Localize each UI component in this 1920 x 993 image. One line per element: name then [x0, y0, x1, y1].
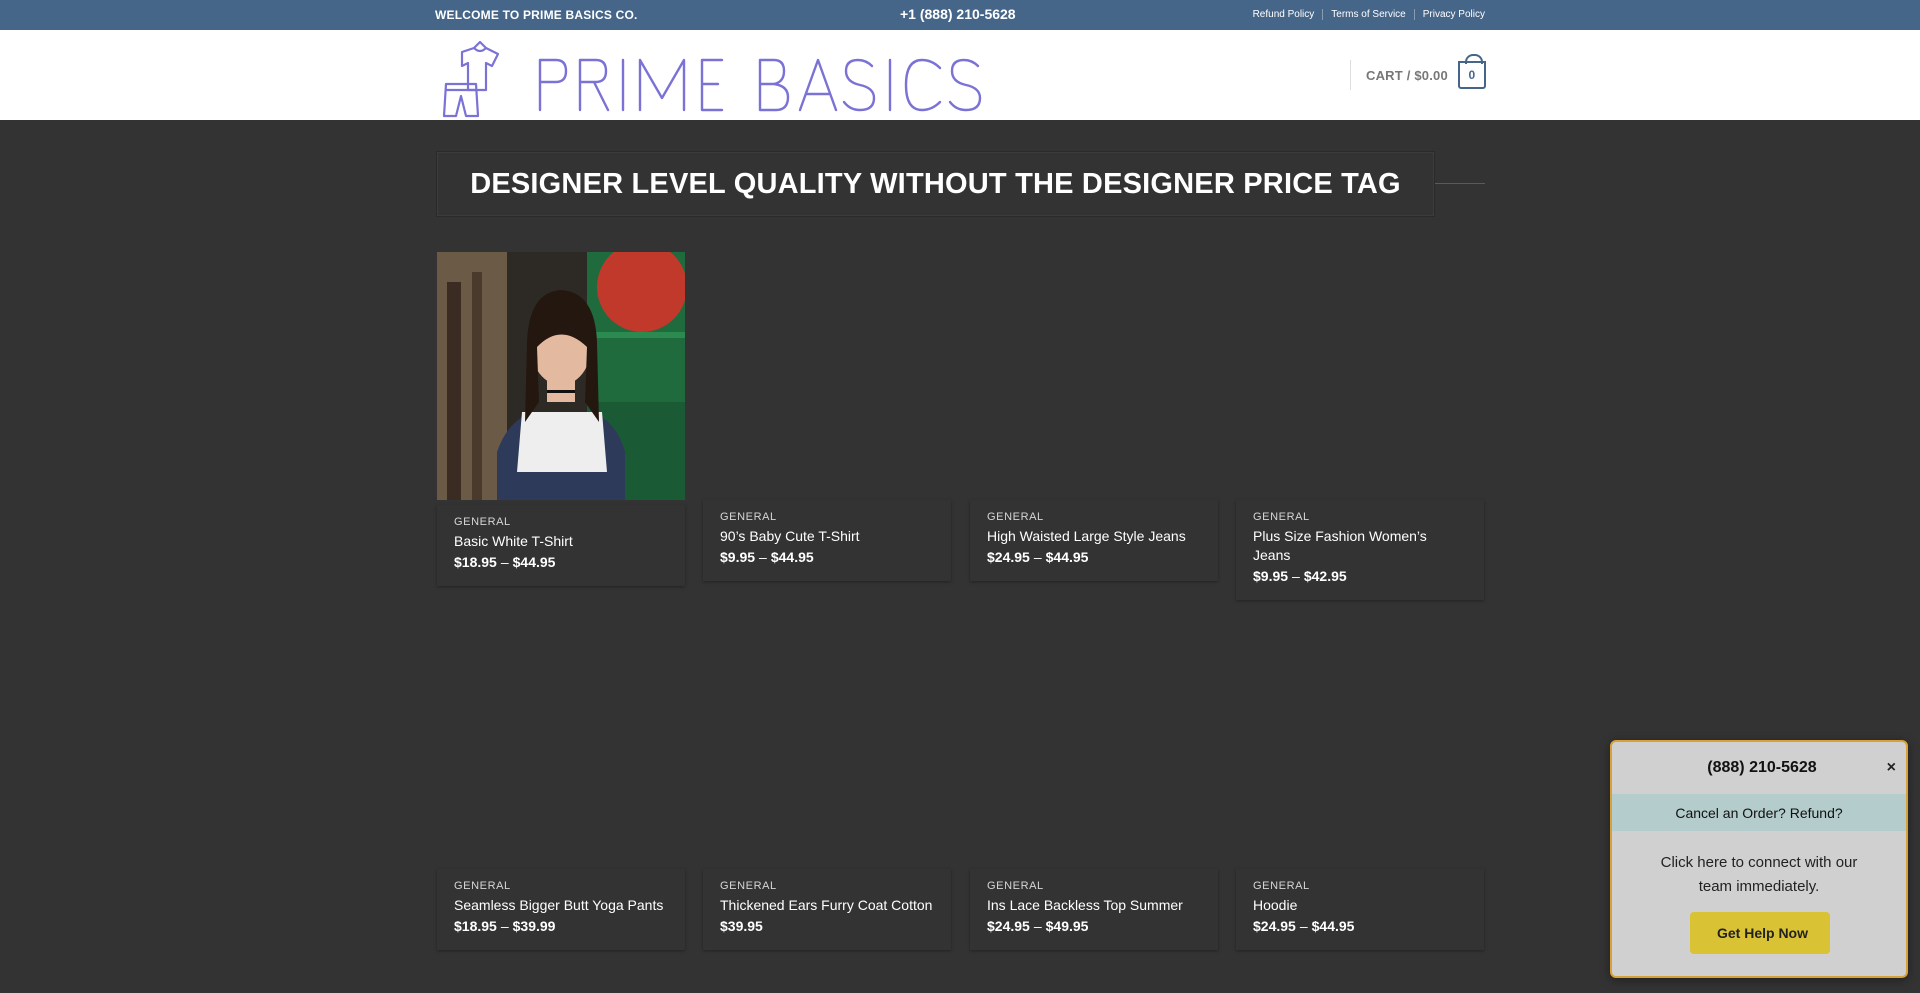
price-low: $9.95: [720, 549, 756, 565]
product-price: $24.95– $44.95: [987, 548, 1201, 567]
price-low: $18.95: [454, 918, 497, 934]
product-info: GENERAL Seamless Bigger Butt Yoga Pants …: [437, 869, 685, 950]
help-popup: (888) 210-5628 × Cancel an Order? Refund…: [1610, 740, 1908, 978]
price-separator: –: [1299, 918, 1308, 934]
popup-subtitle: Cancel an Order? Refund?: [1612, 794, 1906, 831]
product-category: GENERAL: [1253, 880, 1310, 892]
popup-message: Click here to connect with our team imme…: [1660, 854, 1858, 895]
product-name[interactable]: Plus Size Fashion Women’s Jeans: [1253, 527, 1467, 565]
product-price: $18.95– $39.99: [454, 917, 668, 936]
price-high: $44.95: [512, 554, 556, 570]
site-logo[interactable]: [440, 38, 990, 148]
product-price: $39.95: [720, 917, 934, 936]
price-high: $44.95: [1311, 918, 1355, 934]
refund-policy-link[interactable]: Refund Policy: [1245, 9, 1324, 20]
top-bar: WELCOME TO PRIME BASICS CO. +1 (888) 210…: [0, 0, 1920, 30]
product-category: GENERAL: [454, 880, 511, 892]
site-header: CART / $0.00 0: [0, 30, 1920, 120]
product-name[interactable]: 90’s Baby Cute T-Shirt: [720, 527, 934, 546]
get-help-now-button[interactable]: Get Help Now: [1690, 912, 1830, 954]
product-name[interactable]: Hoodie: [1253, 896, 1467, 915]
product-info: GENERAL Basic White T-Shirt $18.95– $44.9…: [437, 505, 685, 586]
product-category: GENERAL: [720, 880, 777, 892]
product-price: $24.95– $44.95: [1253, 917, 1467, 936]
product-name[interactable]: High Waisted Large Style Jeans: [987, 527, 1201, 546]
top-links: Refund Policy Terms of Service Privacy P…: [1245, 9, 1485, 20]
product-name[interactable]: Ins Lace Backless Top Summer: [987, 896, 1201, 915]
get-help-now-label: Get Help Now: [1716, 925, 1808, 941]
product-price: $18.95– $44.95: [454, 553, 668, 572]
price-separator: –: [1033, 918, 1042, 934]
welcome-text: WELCOME TO PRIME BASICS CO.: [435, 8, 638, 22]
product-image[interactable]: [703, 621, 951, 869]
product-name[interactable]: Seamless Bigger Butt Yoga Pants: [454, 896, 668, 915]
cart-button[interactable]: CART / $0.00 0: [1350, 54, 1486, 90]
product-category: GENERAL: [987, 880, 1044, 892]
price-separator: –: [1292, 568, 1300, 584]
product-name[interactable]: Thickened Ears Furry Coat Cotton: [720, 896, 934, 915]
product-category: GENERAL: [1253, 511, 1310, 523]
privacy-policy-link[interactable]: Privacy Policy: [1415, 9, 1485, 20]
product-category: GENERAL: [454, 516, 511, 528]
product-info: GENERAL Thickened Ears Furry Coat Cotton…: [703, 869, 951, 950]
cart-bag-icon: 0: [1457, 54, 1486, 89]
product-card[interactable]: GENERAL Thickened Ears Furry Coat Cotton…: [703, 621, 951, 950]
price-high: $39.99: [512, 918, 556, 934]
product-info: GENERAL Ins Lace Backless Top Summer $24…: [970, 869, 1218, 950]
price-high: $44.95: [770, 549, 814, 565]
product-card[interactable]: GENERAL Seamless Bigger Butt Yoga Pants …: [437, 621, 685, 950]
product-category: GENERAL: [720, 511, 777, 523]
terms-of-service-link[interactable]: Terms of Service: [1323, 9, 1415, 20]
price-low: $39.95: [720, 918, 763, 934]
price-low: $24.95: [987, 549, 1030, 565]
product-info: GENERAL Hoodie $24.95– $44.95: [1236, 869, 1484, 950]
cart-label: CART / $0.00: [1366, 67, 1448, 83]
product-card[interactable]: GENERAL High Waisted Large Style Jeans $…: [970, 252, 1218, 581]
product-image[interactable]: [437, 621, 685, 869]
product-category: GENERAL: [987, 511, 1044, 523]
price-low: $24.95: [987, 918, 1030, 934]
product-image[interactable]: [970, 621, 1218, 869]
product-image[interactable]: [437, 242, 687, 500]
product-image[interactable]: [703, 252, 951, 500]
close-icon[interactable]: ×: [1887, 759, 1896, 777]
price-low: $9.95: [1253, 568, 1289, 584]
price-separator: –: [1033, 549, 1042, 565]
product-card[interactable]: GENERAL Hoodie $24.95– $44.95: [1236, 621, 1484, 950]
product-image[interactable]: [970, 252, 1218, 500]
price-separator: –: [500, 554, 509, 570]
price-high: $42.95: [1303, 568, 1347, 584]
banner-title: DESIGNER LEVEL QUALITY WITHOUT THE DESIG…: [470, 167, 1401, 200]
popup-phone-number[interactable]: (888) 210-5628: [1707, 759, 1816, 777]
price-high: $49.95: [1045, 918, 1089, 934]
product-image[interactable]: [1236, 621, 1484, 869]
product-image[interactable]: [1236, 252, 1484, 500]
price-low: $24.95: [1253, 918, 1296, 934]
product-price: $24.95– $49.95: [987, 917, 1201, 936]
product-price: $9.95– $44.95: [720, 548, 934, 567]
product-info: GENERAL High Waisted Large Style Jeans $…: [970, 500, 1218, 581]
price-separator: –: [500, 918, 509, 934]
product-price: $9.95– $42.95: [1253, 567, 1467, 586]
product-info: GENERAL Plus Size Fashion Women’s Jeans …: [1236, 500, 1484, 600]
promo-banner: DESIGNER LEVEL QUALITY WITHOUT THE DESIG…: [436, 151, 1435, 217]
price-high: $44.95: [1045, 549, 1089, 565]
popup-header[interactable]: (888) 210-5628 ×: [1612, 742, 1906, 794]
product-card[interactable]: GENERAL Ins Lace Backless Top Summer $24…: [970, 621, 1218, 950]
product-name[interactable]: Basic White T-Shirt: [454, 532, 668, 551]
top-phone-number[interactable]: +1 (888) 210-5628: [900, 6, 1016, 22]
price-separator: –: [759, 549, 767, 565]
product-info: GENERAL 90’s Baby Cute T-Shirt $9.95– $44…: [703, 500, 951, 581]
product-card[interactable]: GENERAL 90’s Baby Cute T-Shirt $9.95– $44…: [703, 252, 951, 581]
product-card[interactable]: GENERAL Basic White T-Shirt $18.95– $44.9…: [437, 242, 687, 586]
product-card[interactable]: GENERAL Plus Size Fashion Women’s Jeans …: [1236, 252, 1484, 600]
price-low: $18.95: [454, 554, 497, 570]
